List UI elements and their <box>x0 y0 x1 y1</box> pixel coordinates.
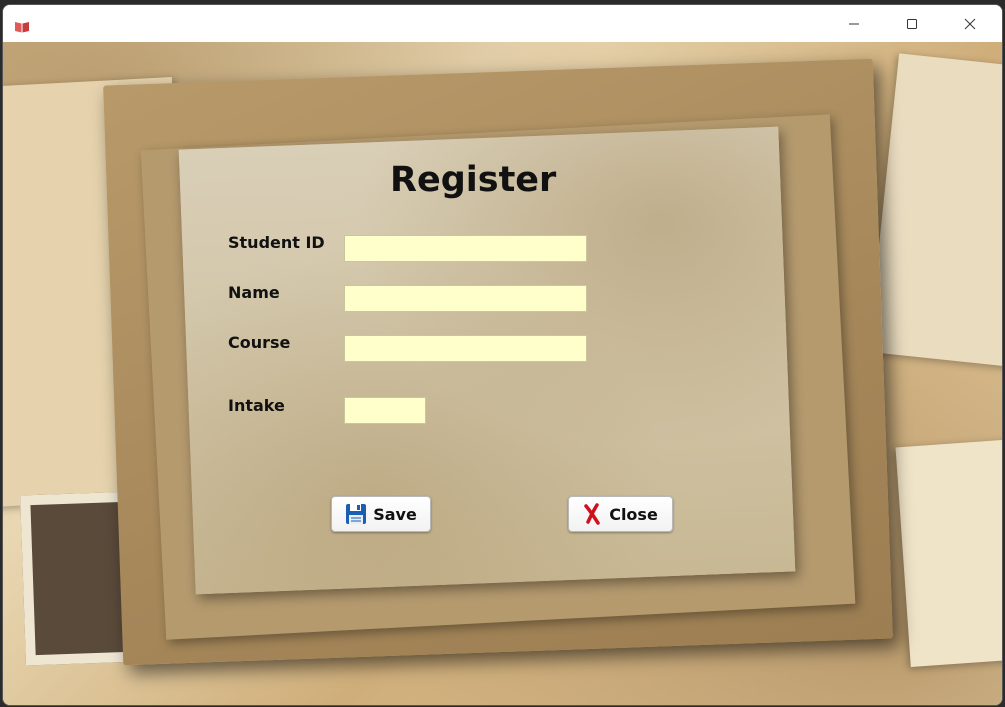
title-bar <box>3 5 1002 42</box>
save-label: Save <box>373 504 417 524</box>
maximize-button[interactable] <box>883 5 941 42</box>
student-id-field[interactable] <box>344 235 587 262</box>
name-field[interactable] <box>344 285 587 312</box>
course-label: Course <box>228 333 291 352</box>
course-field[interactable] <box>344 335 587 362</box>
form-background: Register Student ID Name Course Intake S… <box>3 42 1002 705</box>
red-x-icon <box>584 503 600 525</box>
close-button[interactable]: Close <box>568 496 673 532</box>
floppy-disk-icon <box>346 504 367 524</box>
book-icon <box>14 18 30 33</box>
close-label: Close <box>609 504 658 524</box>
maximize-icon <box>907 18 917 29</box>
name-label: Name <box>228 283 280 302</box>
save-button[interactable]: Save <box>331 496 431 532</box>
minimize-button[interactable] <box>825 5 883 42</box>
intake-field[interactable] <box>344 397 426 424</box>
window-close-button[interactable] <box>941 5 999 42</box>
close-icon <box>964 18 976 29</box>
background-paper <box>867 53 1002 371</box>
student-id-label: Student ID <box>228 233 325 252</box>
background-paper <box>895 437 1002 667</box>
intake-label: Intake <box>228 396 285 415</box>
app-window: Register Student ID Name Course Intake S… <box>3 5 1002 705</box>
form-title: Register <box>390 160 557 200</box>
minimize-icon <box>849 23 859 24</box>
